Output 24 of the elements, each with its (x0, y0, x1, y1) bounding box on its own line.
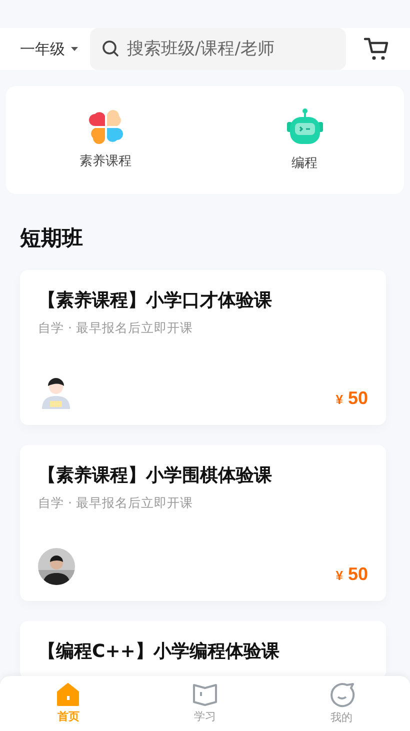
face-icon (328, 682, 355, 708)
cart-icon[interactable] (364, 37, 390, 61)
category-label: 编程 (292, 155, 318, 172)
category-item[interactable]: 素养课程 (6, 110, 205, 170)
price: ¥ 50 (336, 564, 368, 585)
search-field[interactable]: 搜索班级/课程/老师 (90, 28, 346, 70)
course-card[interactable]: 【素养课程】小学围棋体验课 自学 · 最早报名后立即开课 ¥ 50 (20, 445, 386, 601)
course-card[interactable]: 【素养课程】小学口才体验课 自学 · 最早报名后立即开课 ¥ 50 (20, 270, 386, 425)
caret-icon (71, 47, 78, 51)
course-info: 自学 · 最早报名后立即开课 (38, 495, 194, 512)
course-title: 【编程C++】小学编程体验课 (38, 640, 280, 663)
home-icon (56, 683, 80, 707)
course-card[interactable]: 【编程C++】小学编程体验课 (20, 621, 386, 676)
category-label: 素养课程 (80, 153, 132, 170)
course-title: 【素养课程】小学口才体验课 (38, 289, 273, 312)
petals-icon (88, 110, 122, 144)
price: ¥ 50 (336, 388, 368, 409)
book-icon (192, 683, 218, 707)
robot-icon (286, 108, 324, 146)
category-item[interactable]: 编程 (205, 108, 404, 172)
course-title: 【素养课程】小学围棋体验课 (38, 464, 273, 487)
section-title: 短期班 (20, 225, 84, 252)
grade-selector[interactable]: 一年级 (20, 40, 78, 58)
course-info: 自学 · 最早报名后立即开课 (38, 320, 194, 337)
